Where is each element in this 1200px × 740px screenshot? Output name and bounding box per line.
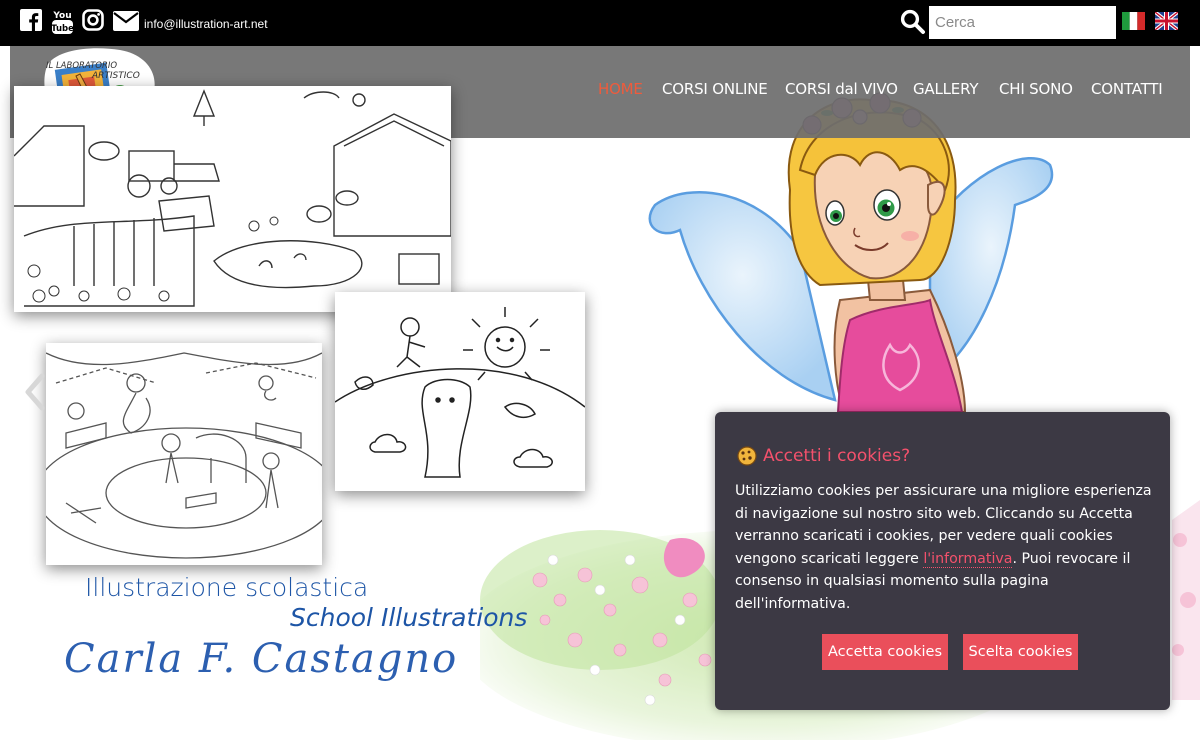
artist-signature: Carla F. Castagno <box>64 636 459 682</box>
sun-tree-illustration <box>335 292 585 491</box>
cookie-consent-panel: Accetti i cookies? Utilizziamo cookies p… <box>715 412 1170 710</box>
facebook-icon[interactable] <box>20 9 42 35</box>
privacy-policy-link[interactable]: l'informativa <box>923 550 1013 568</box>
flag-italy[interactable] <box>1122 12 1145 30</box>
farm-illustration <box>14 86 451 312</box>
cookie-icon <box>737 446 757 470</box>
nav-contatti[interactable]: CONTATTI <box>1091 80 1163 98</box>
accept-cookies-button[interactable]: Accetta cookies <box>822 634 948 670</box>
caption-english: School Illustrations <box>290 603 528 632</box>
cookie-text: Utilizziamo cookies per assicurare una m… <box>735 480 1155 615</box>
nav-corsi-dal-vivo[interactable]: CORSI dal VIVO <box>785 80 898 98</box>
slider-prev-arrow[interactable] <box>22 372 46 416</box>
search-icon[interactable] <box>900 9 926 39</box>
nav-home[interactable]: HOME <box>598 80 643 98</box>
top-bar: You Tube info@illustration-art.net <box>0 0 1200 46</box>
nav-gallery[interactable]: GALLERY <box>913 80 979 98</box>
search-input[interactable] <box>929 6 1116 39</box>
instagram-icon[interactable] <box>82 9 104 35</box>
contact-email[interactable]: info@illustration-art.net <box>144 17 268 31</box>
page: You Tube info@illustration-art.net Cerca… <box>0 0 1200 740</box>
nav-corsi-online[interactable]: CORSI ONLINE <box>662 80 768 98</box>
logo-line1: IL LABORATORIO <box>46 61 117 71</box>
cookie-title: Accetti i cookies? <box>763 446 911 466</box>
logo-line2: ARTISTICO <box>91 71 140 81</box>
svg-text:You: You <box>52 11 71 21</box>
choose-cookies-button[interactable]: Scelta cookies <box>963 634 1078 670</box>
svg-text:Tube: Tube <box>52 24 73 34</box>
envelope-icon[interactable] <box>113 11 139 35</box>
nav-chi-sono[interactable]: CHI SONO <box>999 80 1073 98</box>
flag-uk[interactable] <box>1153 10 1180 32</box>
caption-italian: Illustrazione scolastica <box>85 573 369 602</box>
circus-illustration <box>46 343 322 565</box>
youtube-icon[interactable]: You Tube <box>51 8 74 38</box>
